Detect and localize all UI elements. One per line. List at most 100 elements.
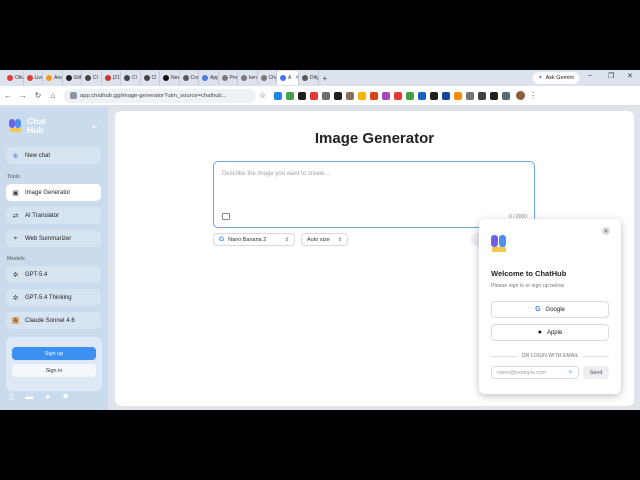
size-select[interactable]: Auto size ⇕: [301, 233, 348, 246]
upload-image-icon[interactable]: [222, 213, 230, 220]
extension-icon[interactable]: [382, 91, 391, 100]
extension-icon[interactable]: [442, 91, 451, 100]
site-info-icon[interactable]: [70, 92, 77, 99]
browser-tab[interactable]: Com: [180, 71, 199, 85]
chat-bubble-icon[interactable]: ▬: [25, 392, 33, 401]
sidebar-item-image-generator[interactable]: ▣ Image Generator: [6, 184, 101, 201]
tab-favicon-icon: [280, 75, 286, 81]
reload-icon[interactable]: ↻: [31, 91, 45, 100]
extension-icon[interactable]: [370, 91, 379, 100]
page-title: Image Generator: [314, 130, 435, 147]
menu-icon[interactable]: ⋮: [526, 91, 540, 100]
google-icon: G: [219, 236, 225, 243]
extension-icon[interactable]: [322, 91, 331, 100]
extension-icon[interactable]: [466, 91, 475, 100]
extensions-bar: [274, 91, 511, 100]
extension-icon[interactable]: [310, 91, 319, 100]
model-select[interactable]: G Nano Banana 2 ⇕: [213, 233, 295, 246]
back-icon[interactable]: ←: [1, 91, 15, 100]
tab-favicon-icon: [302, 75, 308, 81]
browser-toolbar: ← → ↻ ⌂ app.chathub.gg/image-generator?u…: [0, 86, 640, 106]
profile-avatar[interactable]: [516, 91, 526, 100]
tab-favicon-icon: [221, 75, 228, 81]
extension-icon[interactable]: [454, 91, 463, 100]
tab-favicon-icon: [124, 75, 130, 81]
close-popup-icon[interactable]: ✕: [602, 227, 610, 235]
sign-up-button[interactable]: Sign up: [12, 347, 96, 360]
browser-tab[interactable]: GitH: [63, 71, 82, 85]
browser-tab[interactable]: Anal: [43, 71, 63, 85]
sidebar-item-ai-translator[interactable]: ⇄ AI Translator: [6, 207, 101, 224]
extension-icon[interactable]: [286, 91, 295, 100]
autofill-icon[interactable]: ✳: [568, 369, 573, 376]
login-popup: ✕ Welcome to ChatHub Please sign in or s…: [479, 219, 621, 394]
tab-favicon-icon: [163, 75, 169, 81]
address-bar[interactable]: app.chathub.gg/image-generator?utm_sourc…: [64, 88, 256, 103]
extension-icon[interactable]: [478, 91, 487, 100]
sidebar-item-claude-sonnet[interactable]: A Claude Sonnet 4.6: [6, 312, 101, 329]
chevron-updown-icon: ⇕: [337, 236, 342, 243]
sign-in-button[interactable]: Sign in: [12, 364, 96, 377]
forward-icon[interactable]: →: [16, 91, 30, 100]
extension-icon[interactable]: [406, 91, 415, 100]
extension-icon[interactable]: [346, 91, 355, 100]
tab-favicon-icon: [241, 75, 247, 81]
extension-icon[interactable]: [394, 91, 403, 100]
ask-gemini-button[interactable]: ✦ Ask Gemini: [533, 72, 579, 84]
tab-favicon-icon: [260, 75, 267, 81]
minimize-icon[interactable]: –: [588, 72, 592, 79]
bookmark-star-icon[interactable]: ☆: [259, 91, 266, 100]
browser-tab[interactable]: Dify: [299, 71, 319, 85]
extension-icon[interactable]: [358, 91, 367, 100]
browser-tab[interactable]: Cl: [141, 71, 160, 85]
maximize-icon[interactable]: ❐: [608, 72, 614, 80]
browser-tab[interactable]: Cl: [82, 71, 102, 85]
sidebar-item-gpt-5-4-thinking[interactable]: ✲ GPT-5.4 Thinking: [6, 289, 101, 306]
url-text: app.chathub.gg/image-generator?utm_sourc…: [80, 92, 227, 99]
extension-icon[interactable]: [490, 91, 499, 100]
collapse-sidebar-icon[interactable]: ⇤: [92, 123, 98, 131]
browser-tab[interactable]: ken: [238, 71, 258, 85]
extension-icon[interactable]: [502, 91, 511, 100]
popup-subtitle: Please sign in or sign up below: [491, 283, 565, 289]
browser-tab[interactable]: (21: [102, 71, 121, 85]
browser-tab[interactable]: Olive: [4, 71, 24, 85]
google-login-button[interactable]: G Google: [491, 301, 609, 318]
new-chat-button[interactable]: ⊕ New chat: [6, 147, 101, 164]
user-icon[interactable]: ●: [45, 392, 50, 401]
extension-icon[interactable]: [334, 91, 343, 100]
send-button[interactable]: Send: [583, 366, 609, 379]
tab-favicon-icon: [7, 75, 13, 81]
new-chat-icon: ⊕: [12, 152, 19, 160]
browser-tab[interactable]: Proc: [219, 71, 238, 85]
extension-icon[interactable]: [418, 91, 427, 100]
mobile-icon[interactable]: ▯: [9, 392, 13, 401]
openai-icon: ✲: [12, 294, 19, 302]
chevron-updown-icon: ⇕: [284, 236, 289, 243]
browser-tab[interactable]: A ×: [277, 71, 299, 85]
sidebar-item-web-summarizer[interactable]: ⌖ Web Summarizer: [6, 230, 101, 247]
extension-icon[interactable]: [274, 91, 283, 100]
extension-icon[interactable]: [430, 91, 439, 100]
browser-tab[interactable]: App: [199, 71, 219, 85]
home-icon[interactable]: ⌂: [46, 91, 60, 100]
apple-login-button[interactable]: ● Apple: [491, 324, 609, 341]
tab-favicon-icon: [104, 75, 111, 81]
new-tab-button[interactable]: +: [323, 74, 328, 83]
browser-tab[interactable]: New: [160, 71, 180, 85]
sidebar-bottom-icons: ▯ ▬ ● ✹: [9, 392, 69, 401]
settings-gear-icon[interactable]: ✹: [62, 392, 69, 401]
extension-icon[interactable]: [298, 91, 307, 100]
openai-icon: ✲: [12, 271, 19, 279]
tab-favicon-icon: [65, 75, 72, 81]
chathub-logo-icon: [9, 119, 23, 133]
browser-tab[interactable]: Cl: [121, 71, 141, 85]
pin-icon: ⌖: [13, 234, 18, 242]
prompt-input[interactable]: Describe the image you want to create...…: [213, 161, 535, 228]
email-field[interactable]: name@example.com ✳: [491, 366, 579, 379]
apple-icon: ●: [537, 329, 542, 336]
sidebar-item-gpt-5-4[interactable]: ✲ GPT-5.4: [6, 266, 101, 283]
close-window-icon[interactable]: ✕: [627, 72, 633, 80]
browser-tab[interactable]: Live: [24, 71, 43, 85]
browser-tab[interactable]: Chat: [258, 71, 277, 85]
